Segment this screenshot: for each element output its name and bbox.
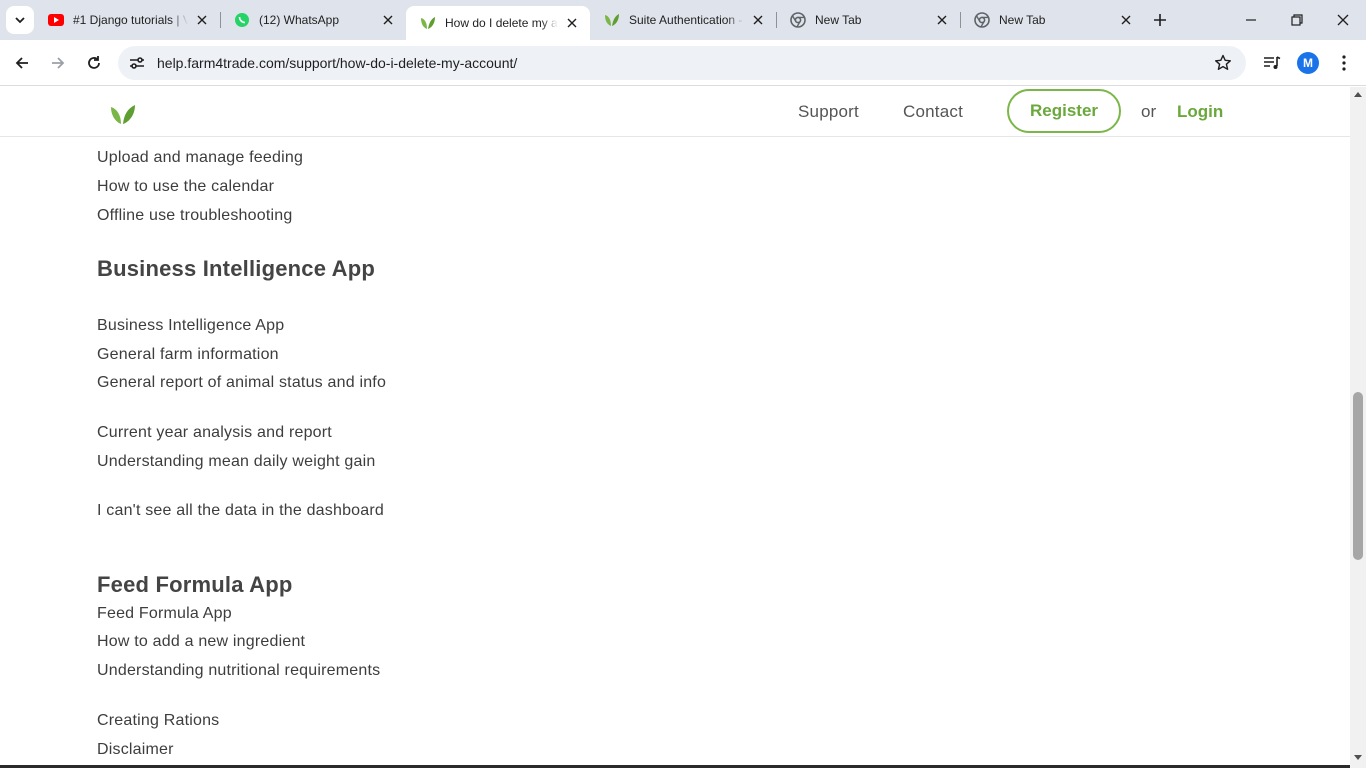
farm4trade-logo-icon[interactable] bbox=[110, 103, 136, 125]
or-separator-text: or bbox=[1141, 102, 1157, 121]
restore-icon bbox=[1291, 14, 1303, 26]
sidebar-link[interactable]: Understanding mean daily weight gain bbox=[97, 451, 397, 472]
tab-title: New Tab bbox=[999, 13, 1046, 27]
close-window-button[interactable] bbox=[1320, 0, 1366, 40]
minimize-icon bbox=[1246, 19, 1256, 21]
scroll-up-arrow-icon[interactable] bbox=[1354, 92, 1362, 97]
tab-strip: #1 Django tutorials | V (12) WhatsApp Ho… bbox=[0, 0, 1366, 40]
tab-title: How do I delete my a bbox=[445, 16, 558, 30]
close-icon[interactable] bbox=[934, 12, 950, 28]
reload-icon bbox=[88, 56, 100, 69]
close-icon[interactable] bbox=[194, 12, 210, 28]
forward-button[interactable] bbox=[42, 47, 74, 79]
sidebar-link[interactable]: How to use the calendar bbox=[97, 176, 397, 197]
sidebar-link[interactable]: Offline use troubleshooting bbox=[97, 205, 397, 226]
restore-button[interactable] bbox=[1274, 0, 1320, 40]
scroll-down-arrow-icon[interactable] bbox=[1354, 755, 1362, 760]
reload-button[interactable] bbox=[78, 47, 110, 79]
tab-title: New Tab bbox=[815, 13, 862, 27]
tab-whatsapp[interactable]: (12) WhatsApp bbox=[220, 0, 406, 40]
login-link[interactable]: Login bbox=[1177, 102, 1223, 122]
close-icon bbox=[1337, 14, 1349, 26]
tab-django-tutorials[interactable]: #1 Django tutorials | V bbox=[34, 0, 220, 40]
site-header: Support Contact Register or Login bbox=[0, 87, 1350, 137]
sidebar-link[interactable]: General report of animal status and info bbox=[97, 372, 397, 393]
youtube-icon bbox=[48, 12, 64, 28]
whatsapp-icon bbox=[234, 12, 250, 28]
bookmark-star-icon[interactable] bbox=[1214, 54, 1232, 72]
browser-toolbar: help.farm4trade.com/support/how-do-i-del… bbox=[0, 40, 1366, 86]
chrome-icon bbox=[790, 12, 806, 28]
back-button[interactable] bbox=[6, 47, 38, 79]
tab-search-button[interactable] bbox=[6, 6, 34, 34]
register-button[interactable]: Register bbox=[1007, 89, 1121, 133]
minimize-button[interactable] bbox=[1228, 0, 1274, 40]
close-icon[interactable] bbox=[1118, 12, 1134, 28]
sidebar-link[interactable]: Business Intelligence App bbox=[97, 315, 397, 336]
page-viewport: Upload and manage feeding How to use the… bbox=[0, 87, 1350, 768]
chevron-down-icon bbox=[15, 17, 25, 24]
sidebar-link[interactable]: Upload and manage feeding bbox=[97, 147, 397, 168]
tab-how-do-i-delete[interactable]: How do I delete my a bbox=[406, 6, 590, 40]
new-tab-button[interactable] bbox=[1150, 10, 1170, 30]
close-icon[interactable] bbox=[750, 12, 766, 28]
tab-new-tab[interactable]: New Tab bbox=[960, 0, 1144, 40]
sidebar-link[interactable]: Current year analysis and report bbox=[97, 422, 397, 443]
tab-suite-authentication[interactable]: Suite Authentication - bbox=[590, 0, 776, 40]
sidebar-link[interactable]: How to add a new ingredient bbox=[97, 631, 397, 652]
farm4trade-leaf-icon bbox=[604, 12, 620, 28]
sidebar-link[interactable]: Understanding nutritional requirements bbox=[97, 660, 397, 681]
profile-avatar[interactable]: M bbox=[1297, 52, 1319, 74]
tab-title: (12) WhatsApp bbox=[259, 13, 340, 27]
chrome-icon bbox=[974, 12, 990, 28]
address-bar[interactable]: help.farm4trade.com/support/how-do-i-del… bbox=[118, 46, 1246, 80]
arrow-left-icon bbox=[15, 57, 28, 69]
close-icon[interactable] bbox=[380, 12, 396, 28]
url-text[interactable]: help.farm4trade.com/support/how-do-i-del… bbox=[157, 55, 517, 71]
farm4trade-leaf-icon bbox=[420, 15, 436, 31]
sidebar-link[interactable]: I can't see all the data in the dashboar… bbox=[97, 500, 397, 521]
section-heading-feed-formula: Feed Formula App bbox=[97, 572, 293, 597]
sidebar-link[interactable]: General farm information bbox=[97, 344, 397, 365]
scroll-thumb[interactable] bbox=[1353, 392, 1363, 560]
section-heading-business-intelligence: Business Intelligence App bbox=[97, 256, 376, 281]
page-scrollbar[interactable] bbox=[1350, 87, 1366, 768]
tab-title: #1 Django tutorials | V bbox=[73, 13, 188, 27]
nav-support-link[interactable]: Support bbox=[798, 102, 859, 122]
sidebar-link[interactable]: Creating Rations bbox=[97, 710, 397, 731]
close-icon[interactable] bbox=[564, 15, 580, 31]
media-controls-button[interactable] bbox=[1256, 47, 1288, 79]
arrow-right-icon bbox=[52, 57, 65, 69]
site-info-icon[interactable] bbox=[128, 54, 146, 72]
plus-icon bbox=[1154, 14, 1166, 26]
sidebar-link[interactable]: Disclaimer bbox=[97, 739, 397, 760]
browser-menu-button[interactable] bbox=[1328, 47, 1360, 79]
nav-contact-link[interactable]: Contact bbox=[903, 102, 963, 122]
tab-new-tab[interactable]: New Tab bbox=[776, 0, 960, 40]
tab-title: Suite Authentication - bbox=[629, 13, 743, 27]
media-queue-icon bbox=[1264, 56, 1281, 69]
kebab-menu-icon bbox=[1342, 55, 1346, 71]
sidebar-link[interactable]: Feed Formula App bbox=[97, 603, 397, 624]
